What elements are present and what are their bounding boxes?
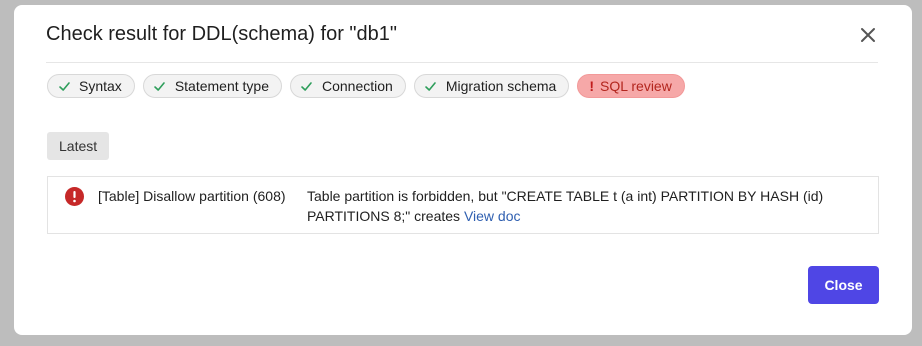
check-sql-review: ! SQL review — [577, 74, 685, 98]
close-icon[interactable] — [857, 24, 879, 46]
check-label: SQL review — [599, 78, 672, 94]
result-row: [Table] Disallow partition (608) Table p… — [47, 176, 879, 234]
check-icon — [300, 79, 314, 93]
dialog-title: Check result for DDL(schema) for "db1" — [46, 23, 397, 45]
exclamation-icon: ! — [589, 78, 594, 94]
check-label: Migration schema — [445, 78, 557, 94]
check-icon — [424, 79, 438, 93]
latest-tag: Latest — [47, 132, 110, 160]
check-migration-schema: Migration schema — [413, 74, 570, 98]
check-connection: Connection — [289, 74, 406, 98]
check-syntax: Syntax — [47, 74, 135, 98]
check-icon — [153, 79, 167, 93]
view-doc-link[interactable]: View doc — [464, 208, 521, 224]
error-circle-icon — [65, 187, 84, 206]
check-label: Statement type — [174, 78, 269, 94]
check-list: Syntax Statement type Connection Migrati… — [47, 74, 685, 98]
message-text: Table partition is forbidden, but "CREAT… — [307, 188, 824, 224]
check-icon — [57, 79, 71, 93]
rule-title: [Table] Disallow partition (608) — [98, 188, 286, 204]
title-divider — [46, 62, 878, 63]
check-statement-type: Statement type — [142, 74, 282, 98]
check-label: Connection — [321, 78, 393, 94]
close-button[interactable]: Close — [808, 266, 879, 304]
check-result-dialog: Check result for DDL(schema) for "db1" S… — [14, 5, 912, 335]
result-message: Table partition is forbidden, but "CREAT… — [307, 186, 867, 226]
check-label: Syntax — [79, 78, 122, 94]
